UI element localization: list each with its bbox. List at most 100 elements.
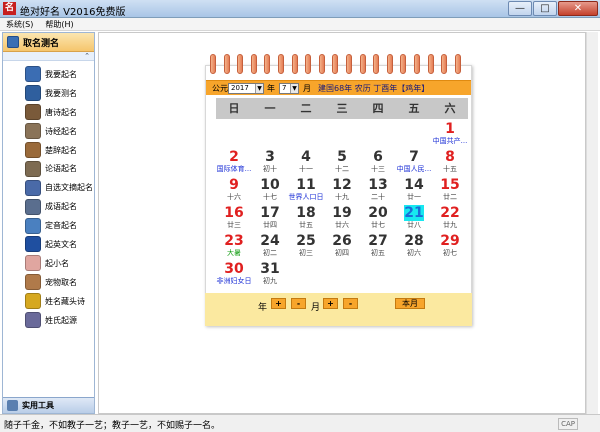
close-button[interactable]: ✕ <box>558 1 598 16</box>
sidebar-item-label: 成语起名 <box>45 202 77 212</box>
sidebar-item[interactable]: 起英文名 <box>3 235 94 254</box>
calendar-day[interactable]: 19 廿六 <box>324 205 360 233</box>
calendar-day[interactable]: 6 十三 <box>360 149 396 177</box>
sidebar-item[interactable]: 唐诗起名 <box>3 103 94 122</box>
day-lunar-label: 十七 <box>263 193 277 201</box>
menu-bar: 系统(S) 帮助(H) <box>0 18 600 31</box>
calendar-day[interactable]: 14 廿一 <box>396 177 432 205</box>
binding-ring <box>291 54 298 74</box>
calendar-day[interactable]: 1 中国共产... <box>432 121 468 149</box>
calendar-day[interactable]: 13 二十 <box>360 177 396 205</box>
calendar-day[interactable]: 30 非洲妇女日 <box>216 261 252 289</box>
calendar-day[interactable]: 7 中国人民... <box>396 149 432 177</box>
dropdown-arrow-icon: ▼ <box>290 84 298 93</box>
day-number: 6 <box>373 149 383 165</box>
collapse-chevron-icon[interactable]: ⌃ <box>3 52 94 61</box>
calendar-day[interactable]: 31 初九 <box>252 261 288 289</box>
calendar-day[interactable]: 17 廿四 <box>252 205 288 233</box>
calendar-day[interactable]: 11 世界人口日 <box>288 177 324 205</box>
calendar-day[interactable]: 28 初六 <box>396 233 432 261</box>
day-lunar-label: 中国共产... <box>432 137 468 145</box>
sidebar-item-icon <box>25 160 41 177</box>
calendar-day[interactable]: 16 廿三 <box>216 205 252 233</box>
calendar-day[interactable]: 12 十九 <box>324 177 360 205</box>
month-plus-button[interactable]: + <box>323 298 338 309</box>
binding-ring <box>441 54 448 74</box>
sidebar-item[interactable]: 我要测名 <box>3 84 94 103</box>
month-select[interactable]: 7 ▼ <box>279 83 299 94</box>
weekday-label: 四 <box>372 102 384 115</box>
minimize-button[interactable]: — <box>508 1 532 16</box>
calendar-day[interactable]: 4 十一 <box>288 149 324 177</box>
day-number: 28 <box>404 233 424 249</box>
calendar-day[interactable]: 3 初十 <box>252 149 288 177</box>
calendar-day[interactable]: 10 十七 <box>252 177 288 205</box>
menu-system[interactable]: 系统(S) <box>0 18 39 30</box>
day-lunar-label: 初五 <box>371 249 385 257</box>
day-number: 26 <box>332 233 352 249</box>
sidebar-header[interactable]: 取名测名 <box>3 33 94 52</box>
calendar-day[interactable]: 25 初三 <box>288 233 324 261</box>
calendar-day[interactable]: 24 初二 <box>252 233 288 261</box>
sidebar-item[interactable]: 宠物取名 <box>3 273 94 292</box>
sidebar: 取名测名 ⌃ 我要起名 我要测名 唐诗起名 诗经起名 楚辞起名论语起名自选文摘起名成语起… <box>2 32 95 414</box>
vertical-scrollbar[interactable] <box>586 32 598 414</box>
year-minus-button[interactable]: - <box>291 298 306 309</box>
sidebar-item[interactable]: 自选文摘起名 <box>3 178 94 197</box>
binding-ring <box>414 54 420 74</box>
sidebar-item[interactable]: 姓名藏头诗 <box>3 292 94 311</box>
day-lunar-label: 廿九 <box>443 221 457 229</box>
sidebar-item-icon <box>25 255 41 272</box>
sidebar-item-icon <box>25 274 41 291</box>
sidebar-item[interactable]: 姓氏起源 <box>3 311 94 330</box>
day-number: 1 <box>445 121 455 137</box>
maximize-button[interactable]: □ <box>533 1 557 16</box>
calendar-day-today[interactable]: 21 廿八 <box>396 205 432 233</box>
year-select[interactable]: 2017 ▼ <box>228 83 264 94</box>
sidebar-item-label: 定音起名 <box>45 221 77 231</box>
binding-ring <box>237 54 244 74</box>
sidebar-item[interactable]: 定音起名 <box>3 216 94 235</box>
day-number: 29 <box>440 233 460 249</box>
menu-help[interactable]: 帮助(H) <box>39 18 79 30</box>
day-lunar-label: 初六 <box>407 249 421 257</box>
calendar-day[interactable]: 8 十五 <box>432 149 468 177</box>
nav-year-label: 年 <box>258 303 268 313</box>
sidebar-item[interactable]: 论语起名 <box>3 159 94 178</box>
this-month-button[interactable]: 本月 <box>395 298 425 309</box>
calendar-day[interactable]: 9 十六 <box>216 177 252 205</box>
calendar-day[interactable]: 29 初七 <box>432 233 468 261</box>
calendar-day[interactable]: 15 廿二 <box>432 177 468 205</box>
day-lunar-label: 廿六 <box>335 221 349 229</box>
calendar-nav: 年 + - 月 + - 本月 <box>205 293 472 326</box>
day-number: 18 <box>296 205 316 221</box>
calendar-day[interactable]: 2 国际体育... <box>216 149 252 177</box>
day-lunar-label: 初九 <box>263 277 277 285</box>
sidebar-item-label: 论语起名 <box>45 164 77 174</box>
year-plus-button[interactable]: + <box>271 298 286 309</box>
binding-ring <box>332 54 339 74</box>
calendar-day[interactable]: 27 初五 <box>360 233 396 261</box>
day-number: 4 <box>301 149 311 165</box>
sidebar-item[interactable]: 我要起名 <box>3 65 94 84</box>
binding-ring <box>305 54 312 74</box>
sidebar-item[interactable]: 诗经起名 <box>3 122 94 141</box>
sidebar-item-icon <box>25 142 41 158</box>
sidebar-item[interactable]: 楚辞起名 <box>3 141 94 160</box>
calendar-day[interactable]: 5 十二 <box>324 149 360 177</box>
sidebar-tools-section[interactable]: 实用工具 <box>3 397 94 413</box>
month-minus-button[interactable]: - <box>343 298 358 309</box>
calendar-day[interactable]: 22 廿九 <box>432 205 468 233</box>
month-label: 月 <box>303 84 311 93</box>
binding-ring <box>359 54 366 74</box>
calendar-day[interactable]: 23 大暑 <box>216 233 252 261</box>
calendar-day[interactable]: 20 廿七 <box>360 205 396 233</box>
calendar-day[interactable]: 18 廿五 <box>288 205 324 233</box>
binding-ring <box>373 54 380 74</box>
binding-ring <box>250 54 257 74</box>
sidebar-item[interactable]: 起小名 <box>3 254 94 273</box>
day-number: 23 <box>224 233 244 249</box>
sidebar-item[interactable]: 成语起名 <box>3 197 94 216</box>
binding-ring <box>454 54 461 74</box>
calendar-day[interactable]: 26 初四 <box>324 233 360 261</box>
